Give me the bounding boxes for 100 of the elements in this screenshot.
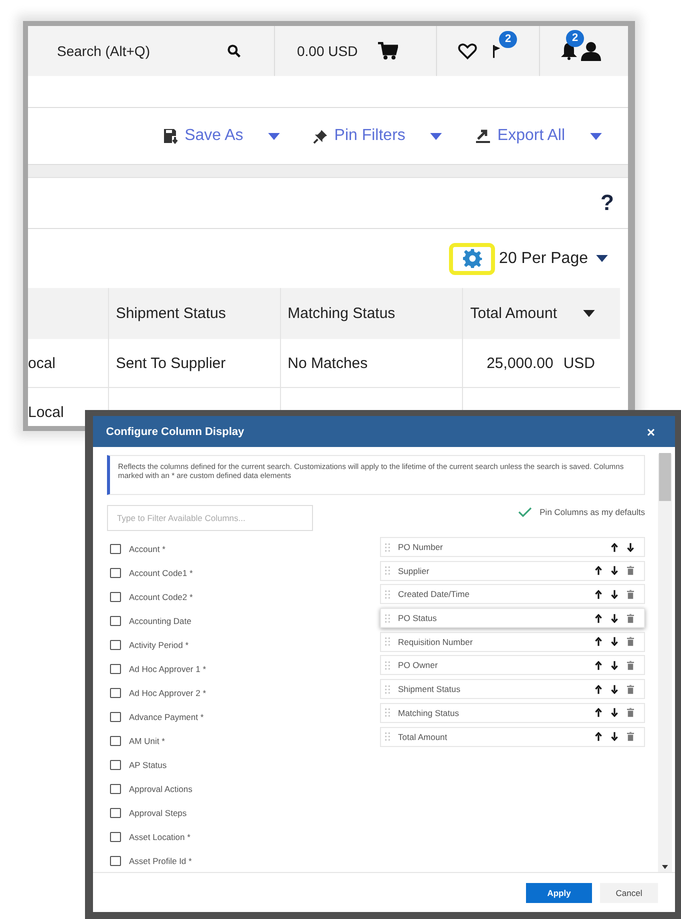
scrollbar-thumb[interactable] [659,453,671,501]
caret-icon [590,132,602,140]
toolbar-button[interactable]: Save As [162,127,280,145]
checkbox[interactable] [110,688,121,698]
drag-handle-icon[interactable] [385,660,390,670]
checkbox[interactable] [110,592,121,602]
arrow-up-icon[interactable] [595,614,602,623]
arrow-up-icon[interactable] [595,708,602,718]
arrow-up-icon[interactable] [595,684,602,694]
checkbox[interactable] [110,640,121,650]
cart-icon[interactable] [378,42,398,60]
arrow-up-icon[interactable] [595,732,602,741]
drag-handle-icon[interactable] [385,614,390,623]
arrow-up-icon[interactable] [611,542,618,552]
filter-field[interactable]: Type to Filter Available Columns... [107,505,313,531]
user-icon[interactable] [581,41,601,61]
apply-button[interactable]: Apply [526,882,592,902]
column-label: Created Date/Time [398,589,470,600]
arrow-down-icon[interactable] [611,566,618,576]
checkbox-label[interactable]: Account * [129,544,166,554]
checkbox-label[interactable]: Approval Steps [129,808,187,818]
checkbox-label[interactable]: AP Status [129,760,167,770]
arrow-up-icon[interactable] [595,660,602,670]
scroll-down-icon[interactable] [662,865,668,869]
drag-handle-icon[interactable] [385,542,390,552]
checkbox-label[interactable]: AM Unit * [129,736,165,746]
help-button[interactable]: ? [600,190,614,216]
drag-handle-icon[interactable] [385,684,390,694]
checkbox[interactable] [110,784,121,794]
arrow-down-icon[interactable] [611,637,618,646]
checkbox-label[interactable]: Account Code2 * [129,592,193,602]
column-row[interactable]: Total Amount [380,726,645,746]
checkbox[interactable] [110,616,121,626]
checkbox[interactable] [110,712,121,722]
table-cell: No Matches [288,354,368,372]
trash-icon[interactable] [627,684,634,694]
checkbox-label[interactable]: Activity Period * [129,640,189,650]
checkbox[interactable] [110,832,121,842]
checkbox[interactable] [110,664,121,674]
checkbox-label[interactable]: Account Code1 * [129,568,193,578]
trash-icon[interactable] [627,637,634,646]
arrow-down-icon[interactable] [627,542,634,552]
notification-badge: 2 [499,30,518,48]
column-row[interactable]: Supplier [380,560,645,581]
settings-icon[interactable] [462,249,482,268]
trash-icon[interactable] [627,732,634,741]
search-icon[interactable] [227,44,241,58]
drag-handle-icon[interactable] [385,708,390,718]
arrow-down-icon[interactable] [611,684,618,694]
trash-icon[interactable] [627,590,634,599]
arrow-down-icon[interactable] [611,708,618,718]
checkbox-label[interactable]: Asset Location * [129,832,190,842]
checkbox[interactable] [110,856,121,866]
checkbox[interactable] [110,760,121,770]
per-page-dropdown[interactable]: 20 Per Page [499,250,608,268]
checkbox-label[interactable]: Advance Payment * [129,712,204,722]
arrow-up-icon[interactable] [595,566,602,576]
arrow-up-icon[interactable] [595,590,602,599]
check-icon[interactable] [518,507,532,517]
drag-handle-icon[interactable] [385,637,390,646]
checkbox-label[interactable]: Ad Hoc Approver 1 * [129,664,206,674]
checkbox[interactable] [110,808,121,818]
arrow-down-icon[interactable] [611,590,618,599]
checkbox[interactable] [110,736,121,746]
flag-icon[interactable] [493,42,501,60]
checkbox-label[interactable]: Ad Hoc Approver 2 * [129,688,206,698]
column-row[interactable]: Shipment Status [380,679,645,700]
drag-handle-icon[interactable] [385,566,390,576]
checkbox[interactable] [110,544,121,554]
arrow-down-icon[interactable] [611,660,618,670]
cancel-button[interactable]: Cancel [600,882,658,902]
drag-handle-icon[interactable] [385,732,390,741]
trash-icon[interactable] [627,708,634,718]
column-row[interactable]: PO Status [380,608,645,628]
column-header[interactable]: Matching Status [288,305,396,322]
column-row[interactable]: Requisition Number [380,632,645,652]
checkbox-label[interactable]: Accounting Date [129,616,192,626]
column-row[interactable]: PO Number [380,537,645,557]
scrollbar[interactable] [658,454,672,872]
column-row[interactable]: Matching Status [380,702,645,723]
toolbar-button[interactable]: Pin Filters [313,127,442,145]
trash-icon[interactable] [627,614,634,623]
column-row[interactable]: PO Owner [380,655,645,676]
trash-icon[interactable] [627,660,634,670]
arrow-down-icon[interactable] [611,732,618,741]
search-field[interactable]: Search (Alt+Q) [57,43,150,59]
drag-handle-icon[interactable] [385,590,390,599]
checkbox-label[interactable]: Pin Columns as my defaults [540,507,645,517]
arrow-down-icon[interactable] [611,614,618,623]
checkbox[interactable] [110,568,121,578]
checkbox-label[interactable]: Asset Profile Id * [129,856,192,866]
arrow-up-icon[interactable] [595,637,602,646]
column-label: Matching Status [398,708,460,718]
column-row[interactable]: Created Date/Time [380,584,645,604]
toolbar-button[interactable]: Export All [475,127,602,145]
bell-icon[interactable] [560,42,578,60]
close-button[interactable]: × [646,424,655,440]
trash-icon[interactable] [627,566,634,576]
heart-icon[interactable] [458,42,477,60]
checkbox-label[interactable]: Approval Actions [129,784,192,794]
